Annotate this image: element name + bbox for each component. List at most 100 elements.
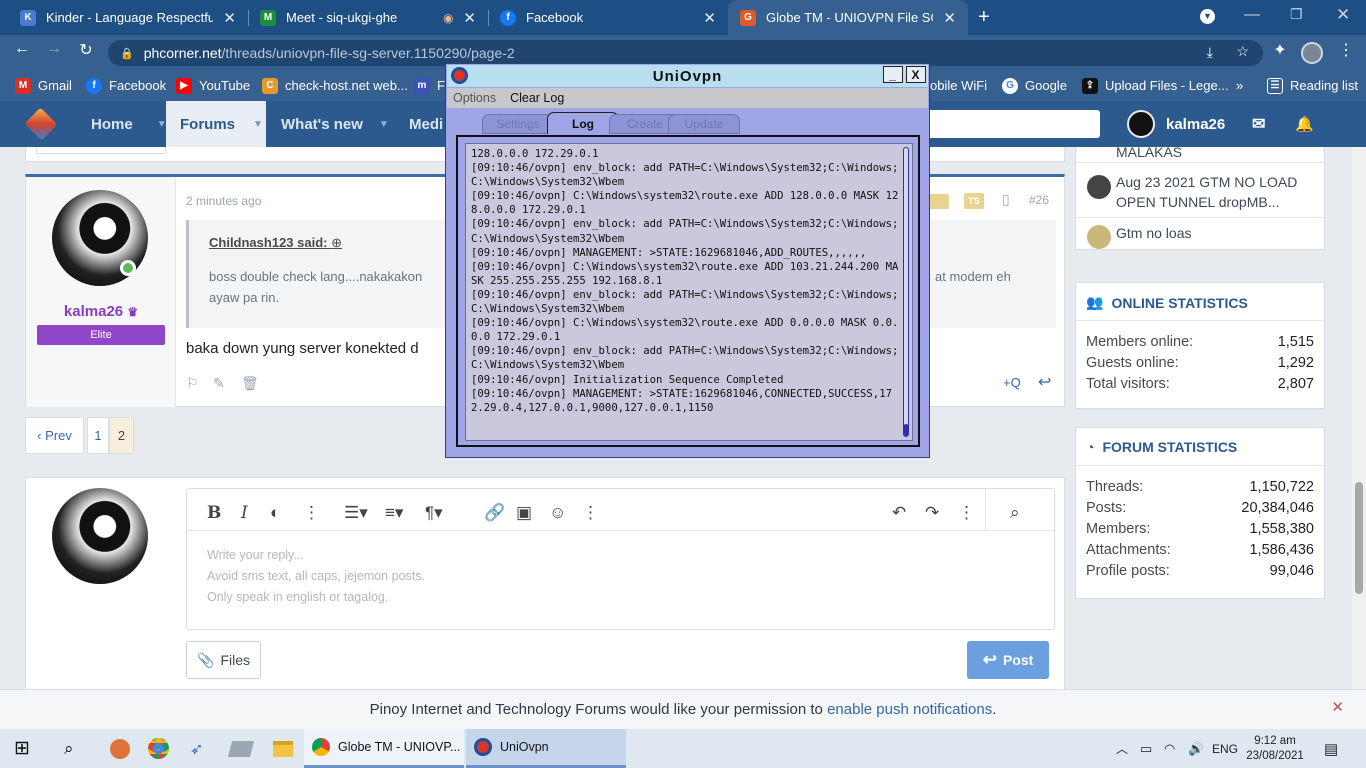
edit-icon[interactable]: ✎ [213, 375, 225, 392]
paragraph-icon[interactable]: ¶▾ [425, 503, 443, 523]
tab-search-icon[interactable]: ▼ [1200, 9, 1215, 24]
app-icon-3[interactable]: ➶ [190, 729, 203, 768]
delete-icon[interactable]: 🗑 [241, 375, 259, 392]
palette-icon[interactable]: ◐ [270, 503, 280, 523]
install-icon[interactable]: ⤓ [1207, 44, 1213, 61]
image-icon[interactable]: ▣ [516, 503, 532, 523]
pagination-page-1[interactable]: 1 [87, 417, 109, 454]
extensions-icon[interactable]: ✦ [1268, 40, 1292, 60]
windows-start-icon[interactable]: ⊞ [14, 729, 30, 768]
bookmark-check-host[interactable]: Ccheck-host.net web... [262, 70, 408, 101]
report-icon[interactable]: ⚐ [186, 375, 199, 392]
chrome-pinned-icon[interactable] [148, 729, 169, 768]
chevron-down-icon[interactable]: ▼ [253, 119, 263, 130]
reply-user-avatar[interactable] [52, 488, 148, 584]
close-icon[interactable]: ✕ [943, 9, 956, 27]
reply-editor[interactable]: B I ◐ ⋮ ☰▾ ≡▾ ¶▾ 🔗 ▣ ☺ ⋮ ↶ ↷ ⋮ ⌕ Write y… [186, 488, 1056, 630]
app-icon-4[interactable] [227, 729, 255, 768]
bell-icon[interactable]: 🔔 [1295, 101, 1314, 147]
post-time[interactable]: 2 minutes ago [186, 194, 261, 208]
more-insert-icon[interactable]: ⋮ [582, 503, 599, 523]
dismiss-notice-icon[interactable]: ✕ [1331, 698, 1344, 716]
minimize-icon[interactable]: — [1244, 6, 1260, 24]
page-scrollbar[interactable] [1352, 147, 1366, 729]
app-icon-1[interactable] [110, 729, 130, 768]
scrollbar-thumb[interactable] [1355, 482, 1363, 594]
link-icon[interactable]: 🔗 [484, 503, 505, 523]
bookmark-youtube[interactable]: ▶ YouTube [176, 70, 250, 101]
bookmark-reading-list[interactable]: ☰ Reading list [1267, 70, 1358, 101]
thread-author-avatar[interactable] [1087, 175, 1111, 199]
close-button[interactable]: X [906, 66, 926, 83]
nav-whats-new[interactable]: What's new ▼ [281, 101, 389, 147]
chrome-menu-icon[interactable]: ⋮ [1334, 40, 1358, 60]
bookmark-facebook[interactable]: f Facebook [86, 70, 166, 101]
more-options-icon[interactable]: ⋮ [303, 503, 320, 523]
undo-icon[interactable]: ↶ [892, 503, 906, 523]
network-icon[interactable]: ▭ [1140, 729, 1152, 768]
browser-tab-meet[interactable]: M Meet - siq-ukgi-ghe ◉ ✕ [248, 0, 488, 35]
new-tab-button[interactable]: + [978, 6, 990, 29]
file-explorer-icon[interactable] [273, 729, 293, 768]
forward-icon[interactable]: → [42, 40, 66, 58]
bookmark-star-icon[interactable]: ☆ [1236, 43, 1249, 60]
align-icon[interactable]: ≡▾ [385, 503, 403, 523]
bookmark-gmail[interactable]: M Gmail [15, 70, 72, 101]
taskbar-app-chrome[interactable]: Globe TM - UNIOVP... [304, 729, 464, 768]
nav-media[interactable]: Medi [409, 101, 443, 147]
browser-tab-kinder[interactable]: K Kinder - Language Respectful ✕ [8, 0, 248, 35]
log-output[interactable]: 128.0.0.0 172.29.0.1 [09:10:46/ovpn] env… [465, 143, 913, 441]
log-scrollbar[interactable] [903, 147, 909, 437]
notifications-icon[interactable]: ▤ [1324, 729, 1338, 768]
bookmark-post-icon[interactable]: ▯ [1002, 191, 1010, 208]
browser-tab-facebook[interactable]: f Facebook ✕ [488, 0, 728, 35]
browser-tab-globe-active[interactable]: G Globe TM - UNIOVPN File SG SE ✕ [728, 0, 968, 35]
post-author-name[interactable]: kalma26 ♛ [26, 303, 176, 320]
show-hidden-icons[interactable]: ︿ [1116, 729, 1128, 768]
tab-update[interactable]: Update [668, 114, 740, 134]
minimize-button[interactable]: _ [883, 66, 903, 83]
multiquote-button[interactable]: +Q [1003, 375, 1021, 390]
pagination-page-2[interactable]: 2 [109, 417, 134, 454]
site-search-input[interactable] [925, 110, 1100, 138]
reload-icon[interactable]: ↻ [74, 40, 98, 60]
site-logo-icon[interactable] [24, 107, 58, 141]
menu-clear-log[interactable]: Clear Log [510, 91, 564, 105]
reply-icon[interactable]: ↩ [1038, 372, 1051, 392]
thread-title[interactable]: MALAKAS [1116, 147, 1182, 160]
italic-icon[interactable]: I [241, 503, 248, 523]
menu-options[interactable]: Options [453, 91, 496, 105]
taskbar-app-uniovpn[interactable]: UniOvpn [466, 729, 626, 768]
post-author-avatar[interactable] [52, 190, 148, 286]
nav-username[interactable]: kalma26 [1166, 101, 1225, 147]
bookmark-mobile-wifi[interactable]: obile WiFi [930, 70, 987, 101]
close-icon[interactable]: ✕ [223, 9, 236, 27]
inbox-icon[interactable]: ✉ [1252, 101, 1265, 147]
more-bookmarks-icon[interactable]: » [1236, 70, 1243, 101]
thread-author-avatar[interactable] [1087, 225, 1111, 249]
thread-title[interactable]: Aug 23 2021 GTM NO LOAD OPEN TUNNEL drop… [1116, 172, 1316, 212]
bookmark-google[interactable]: G Google [1002, 70, 1067, 101]
post-number[interactable]: #26 [1029, 193, 1049, 207]
user-avatar[interactable] [1127, 110, 1155, 138]
thread-title[interactable]: Gtm no loas [1116, 225, 1191, 241]
nav-home[interactable]: Home ▼ [91, 101, 167, 147]
enable-push-link[interactable]: enable push notifications [827, 701, 992, 718]
tab-settings[interactable]: Settings [482, 114, 554, 134]
uniovpn-titlebar[interactable]: UniOvpn _ X [447, 65, 928, 87]
close-icon[interactable]: ✕ [703, 9, 716, 27]
chevron-down-icon[interactable]: ▼ [379, 119, 389, 130]
clock[interactable]: 9:12 am 23/08/2021 [1245, 729, 1305, 768]
window-close-icon[interactable]: ✕ [1336, 5, 1350, 25]
nav-forums[interactable]: Forums ▼ [166, 101, 266, 147]
profile-avatar[interactable] [1301, 42, 1323, 64]
redo-icon[interactable]: ↷ [925, 503, 939, 523]
pagination-prev[interactable]: ‹ Prev [25, 417, 84, 454]
restore-icon[interactable]: ❐ [1290, 6, 1303, 23]
search-icon[interactable]: ⌕ [64, 729, 74, 768]
language-indicator[interactable]: ENG [1212, 729, 1238, 768]
bold-icon[interactable]: B [207, 503, 221, 523]
volume-icon[interactable]: 🔊 [1188, 729, 1204, 768]
back-icon[interactable]: ← [10, 40, 34, 58]
attach-files-button[interactable]: 📎 Files [186, 641, 261, 679]
